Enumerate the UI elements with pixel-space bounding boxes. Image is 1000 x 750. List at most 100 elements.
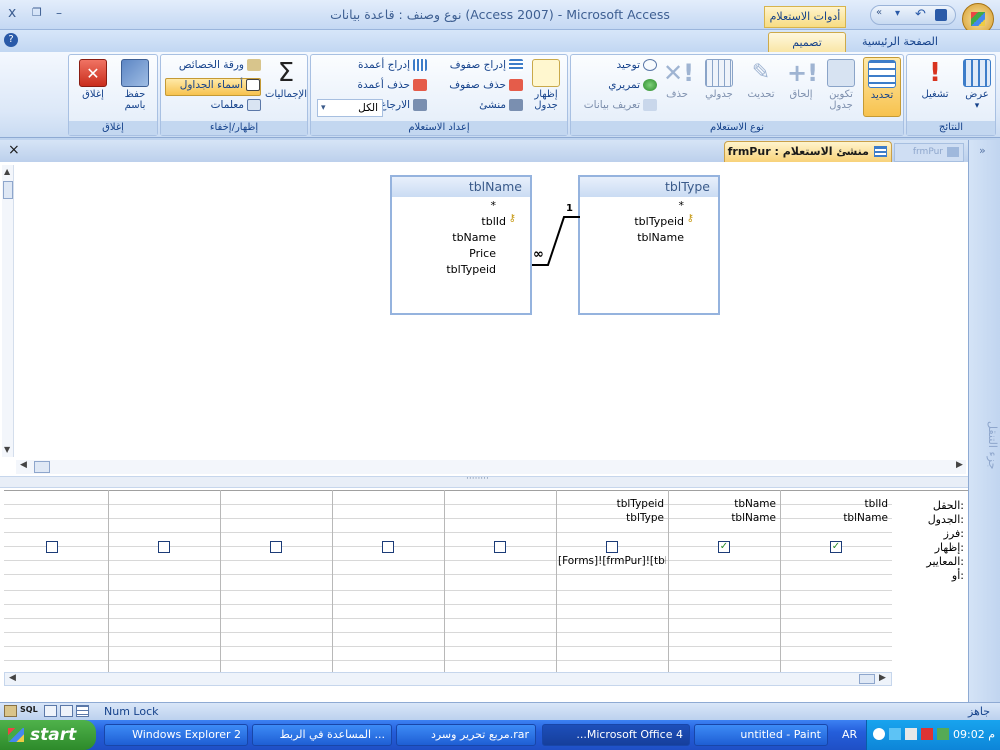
append-button[interactable]: +! إلحاق — [783, 57, 819, 117]
grid-column[interactable] — [108, 490, 220, 672]
navigation-pane[interactable]: » جزء التنقل — [968, 140, 1000, 702]
grid-cell-field[interactable]: tblTypeid — [558, 498, 664, 510]
tab-design[interactable]: تصميم — [768, 32, 846, 52]
grid-horizontal-scrollbar[interactable]: ◀ ▶ — [4, 672, 892, 686]
insert-columns-button[interactable]: إدراج أعمدة — [321, 59, 427, 77]
totals-button[interactable]: Σ الإجماليات — [265, 57, 307, 117]
field-item[interactable]: tblTypeid — [446, 263, 496, 276]
all-fields-star[interactable]: * — [491, 199, 497, 212]
update-button[interactable]: ✎ تحديث — [743, 57, 779, 117]
union-button[interactable]: توحيد — [581, 59, 657, 77]
volume-icon[interactable] — [905, 728, 917, 740]
delete-query-button[interactable]: ✕! حذف — [659, 57, 695, 117]
tab-query-design[interactable]: frmPur : منشئ الاستعلام — [724, 141, 892, 162]
scroll-right-icon[interactable]: ▶ — [956, 460, 963, 470]
field-item[interactable]: tbName — [452, 231, 496, 244]
field-list-tbltype[interactable]: tblType * tblTypeid ⚷ tblName — [578, 175, 720, 315]
taskbar-item[interactable]: 2 Windows Explorer — [104, 724, 248, 746]
window-restore-button[interactable]: ❐ — [32, 6, 42, 19]
select-query-button[interactable]: تحديد — [863, 57, 901, 117]
grid-cell-field[interactable]: tblId — [782, 498, 888, 510]
show-table-button[interactable]: إظهار جدول — [527, 57, 565, 117]
show-checkbox[interactable] — [494, 541, 506, 553]
help-icon[interactable]: ? — [4, 33, 18, 47]
run-button[interactable]: ! تشغيل — [913, 57, 957, 117]
table-names-button[interactable]: أسماء الجداول — [165, 78, 261, 96]
horizontal-scrollbar[interactable]: ◀ ▶ — [16, 460, 966, 474]
parameters-button[interactable]: معلمات — [165, 99, 261, 117]
table-title[interactable]: tblType — [580, 177, 718, 197]
scroll-left-icon[interactable]: ◀ — [9, 673, 16, 683]
grid-cell-criteria[interactable]: [Forms]![frmPur]![tblTy — [558, 555, 666, 567]
relationship-line[interactable] — [530, 203, 582, 273]
pane-splitter[interactable]: ········ — [0, 474, 968, 488]
grid-column[interactable] — [332, 490, 444, 672]
close-query-button[interactable]: ✕ إغلاق — [73, 57, 113, 117]
scroll-thumb[interactable] — [3, 181, 13, 199]
undo-icon[interactable]: ↶ — [915, 7, 926, 22]
tray-icon[interactable] — [873, 728, 885, 740]
start-button[interactable]: start — [0, 720, 96, 750]
show-checkbox[interactable] — [382, 541, 394, 553]
scroll-up-icon[interactable]: ▲ — [4, 167, 10, 176]
more-icon[interactable]: « — [876, 7, 882, 18]
design-view-icon[interactable] — [4, 705, 17, 717]
expand-nav-icon[interactable]: » — [979, 144, 986, 157]
field-item[interactable]: tblTypeid — [634, 215, 684, 228]
field-item[interactable]: tblName — [637, 231, 684, 244]
save-as-button[interactable]: حفظ باسم — [115, 57, 155, 117]
all-fields-star[interactable]: * — [679, 199, 685, 212]
show-checkbox[interactable]: ✓ — [718, 541, 730, 553]
show-checkbox[interactable] — [46, 541, 58, 553]
window-close-button[interactable]: x — [8, 5, 16, 21]
pivot-table-icon[interactable] — [44, 705, 57, 717]
network-icon[interactable] — [889, 728, 901, 740]
vertical-scrollbar[interactable]: ▲ ▼ — [2, 165, 14, 457]
grid-cell-table[interactable]: tblName — [670, 512, 776, 524]
grid-column[interactable] — [444, 490, 556, 672]
builder-button[interactable]: منشئ — [431, 99, 523, 117]
show-checkbox[interactable] — [270, 541, 282, 553]
language-indicator[interactable]: AR — [842, 728, 857, 741]
datasheet-view-icon[interactable] — [76, 705, 89, 717]
show-checkbox[interactable]: ✓ — [830, 541, 842, 553]
insert-rows-button[interactable]: إدراج صفوف — [431, 59, 523, 77]
delete-columns-button[interactable]: حذف أعمدة — [321, 79, 427, 97]
chevron-down-icon[interactable]: ▾ — [895, 8, 900, 19]
crosstab-button[interactable]: جدولي — [701, 57, 737, 117]
return-dropdown[interactable]: الكل ▾ — [317, 99, 383, 117]
scroll-left-icon[interactable]: ◀ — [20, 460, 27, 470]
taskbar-item[interactable]: untitled - Paint — [694, 724, 828, 746]
window-minimize-button[interactable]: – — [56, 6, 62, 20]
tray-icon[interactable] — [937, 728, 949, 740]
show-checkbox[interactable] — [606, 541, 618, 553]
sql-view-icon[interactable]: SQL — [20, 705, 38, 714]
scroll-thumb[interactable] — [34, 461, 50, 473]
table-title[interactable]: tblName — [392, 177, 530, 197]
grid-cell-table[interactable]: tblName — [782, 512, 888, 524]
grid-cell-table[interactable]: tblType — [558, 512, 664, 524]
view-button[interactable]: عرض ▾ — [959, 57, 995, 117]
field-list-tblname[interactable]: tblName * tblId ⚷ tbName Price tblTypeid — [390, 175, 532, 315]
taskbar-item[interactable]: rar.مربع تحرير وسرد — [396, 724, 536, 746]
pass-through-button[interactable]: تمريري — [581, 79, 657, 97]
scroll-thumb[interactable] — [859, 674, 875, 684]
table-diagram-pane[interactable]: ▲ ▼ ◀ ▶ tblName * tblId ⚷ tbName Price t… — [0, 163, 968, 475]
show-checkbox[interactable] — [158, 541, 170, 553]
grid-cell-field[interactable]: tbName — [670, 498, 776, 510]
field-item[interactable]: tblId — [481, 215, 506, 228]
field-item[interactable]: Price — [469, 247, 496, 260]
taskbar-item-active[interactable]: 4 Microsoft Office... — [542, 724, 690, 746]
scroll-down-icon[interactable]: ▼ — [4, 445, 10, 454]
delete-rows-button[interactable]: حذف صفوف — [431, 79, 523, 97]
tab-home[interactable]: الصفحة الرئيسية — [850, 32, 950, 52]
pivot-chart-icon[interactable] — [60, 705, 73, 717]
property-sheet-button[interactable]: ورقة الخصائص — [165, 59, 261, 77]
close-object-button[interactable]: × — [8, 142, 20, 158]
taskbar-item[interactable]: ... المساعدة في الربط — [252, 724, 392, 746]
security-icon[interactable] — [921, 728, 933, 740]
scroll-right-icon[interactable]: ▶ — [879, 673, 886, 683]
grid-column[interactable] — [220, 490, 332, 672]
tab-form-frmpur[interactable]: frmPur — [894, 143, 964, 162]
data-definition-button[interactable]: تعريف بيانات — [577, 99, 657, 117]
